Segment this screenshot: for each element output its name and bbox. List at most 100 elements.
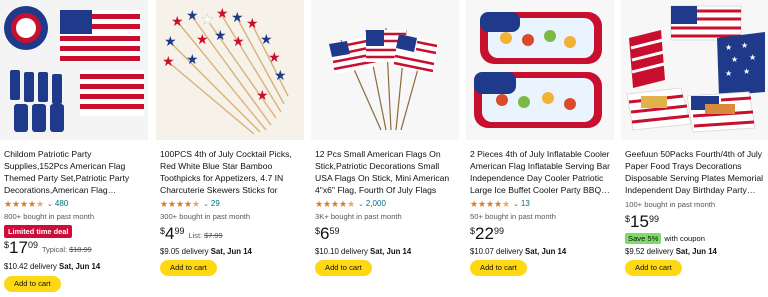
delivery-info: $10.07 delivery Sat, Jun 14 (470, 247, 567, 256)
star-rating: ★ ★ ★ ★ ★ (315, 198, 356, 209)
party-set-illustration (0, 0, 148, 140)
chevron-down-icon[interactable]: ⌄ (203, 200, 209, 208)
star-icon: ★ (339, 198, 348, 209)
product-title[interactable]: 12 Pcs Small American Flags On Stick,Pat… (315, 148, 457, 196)
delivery-info: $10.42 delivery Sat, Jun 14 (4, 262, 101, 271)
product-image-food-trays[interactable]: ★ ★ ★ ★ ★ ★ (621, 0, 768, 140)
svg-text:★: ★ (196, 32, 209, 48)
add-to-cart-button[interactable]: Add to cart (625, 260, 682, 276)
svg-text:★: ★ (216, 6, 229, 22)
product-image-stick-flags[interactable] (311, 0, 459, 140)
rating[interactable]: ★ ★ ★ ★ ★ ⌄ 13 (470, 198, 530, 209)
star-icon: ★ (28, 198, 37, 209)
price[interactable]: $ 4 99 List: $7.99 (160, 225, 223, 242)
star-icon: ★ (176, 198, 185, 209)
deal-badge: Limited time deal (4, 225, 73, 238)
coupon-badge[interactable]: Save 5% (625, 233, 662, 244)
add-to-cart-button[interactable]: Add to cart (160, 260, 217, 276)
star-icon: ★ (331, 198, 340, 209)
price[interactable]: $ 6 59 (315, 225, 340, 242)
product-row: Childom Patriotic Party Supplies,152Pcs … (0, 0, 768, 297)
product-card: Childom Patriotic Party Supplies,152Pcs … (0, 0, 148, 297)
star-half-icon: ★ (347, 198, 356, 209)
product-image-cocktail-picks[interactable]: ★ ★ ★ ★ ★ ★ ★ ★ ★ ★ ★ ★ ★ ★ ★ ★ (156, 0, 304, 140)
star-icon: ★ (160, 198, 169, 209)
svg-text:★: ★ (232, 34, 245, 50)
star-icon: ★ (323, 198, 332, 209)
svg-text:★: ★ (164, 34, 177, 50)
svg-text:★: ★ (731, 55, 738, 64)
product-card: 2 Pieces 4th of July Inflatable Cooler A… (466, 0, 614, 297)
rating[interactable]: ★ ★ ★ ★ ★ ⌄ 29 (160, 198, 220, 209)
star-half-icon: ★ (36, 198, 45, 209)
delivery-info: $9.05 delivery Sat, Jun 14 (160, 247, 252, 256)
coupon-text: with coupon (664, 234, 705, 243)
review-count[interactable]: 29 (211, 199, 220, 208)
svg-text:★: ★ (725, 69, 732, 78)
chevron-down-icon[interactable]: ⌄ (513, 200, 519, 208)
rating[interactable]: ★ ★ ★ ★ ★ ⌄ 2,000 (315, 198, 386, 209)
product-title[interactable]: Geefuun 50Packs Fourth/4th of July Paper… (625, 148, 767, 196)
star-half-icon: ★ (192, 198, 201, 209)
star-icon: ★ (184, 198, 193, 209)
add-to-cart-button[interactable]: Add to cart (470, 260, 527, 276)
product-image-party-set[interactable] (0, 0, 148, 140)
svg-text:★: ★ (268, 50, 281, 66)
price[interactable]: $ 22 99 (470, 225, 504, 242)
star-icon: ★ (315, 198, 324, 209)
star-icon: ★ (20, 198, 29, 209)
star-half-icon: ★ (502, 198, 511, 209)
star-icon: ★ (478, 198, 487, 209)
star-icon: ★ (4, 198, 13, 209)
add-to-cart-button[interactable]: Add to cart (315, 260, 372, 276)
star-icon: ★ (470, 198, 479, 209)
chevron-down-icon[interactable]: ⌄ (47, 200, 53, 208)
svg-text:★: ★ (186, 8, 199, 24)
svg-text:★: ★ (162, 54, 175, 70)
svg-text:★: ★ (201, 12, 214, 28)
svg-text:★: ★ (749, 53, 756, 62)
svg-text:★: ★ (256, 88, 269, 104)
cocktail-picks-illustration: ★ ★ ★ ★ ★ ★ ★★ ★★ ★★ ★ ★ ★★ (156, 0, 304, 140)
svg-text:★: ★ (186, 52, 199, 68)
review-count[interactable]: 2,000 (366, 199, 386, 208)
svg-text:★: ★ (214, 28, 227, 44)
bought-text: 100+ bought in past month (625, 200, 716, 209)
product-title[interactable]: Childom Patriotic Party Supplies,152Pcs … (4, 148, 146, 196)
typical-price: Typical: $18.99 (41, 245, 92, 254)
svg-text:★: ★ (743, 67, 750, 76)
svg-text:★: ★ (231, 10, 244, 26)
add-to-cart-button[interactable]: Add to cart (4, 276, 61, 292)
stick-flags-illustration (311, 0, 459, 140)
price[interactable]: $ 15 99 (625, 213, 659, 230)
coupon[interactable]: Save 5% with coupon (625, 233, 705, 244)
delivery-info: $10.10 delivery Sat, Jun 14 (315, 247, 412, 256)
star-icon: ★ (168, 198, 177, 209)
product-card: ★ ★ ★ ★ ★ ★ Geefuun 50Packs Fourth/4th of Jul… (621, 0, 768, 297)
bought-text: 800+ bought in past month (4, 212, 95, 221)
product-card: 12 Pcs Small American Flags On Stick,Pat… (311, 0, 459, 297)
inflatable-cooler-illustration (466, 0, 614, 140)
svg-text:★: ★ (171, 14, 184, 30)
svg-text:★: ★ (725, 43, 732, 52)
star-icon: ★ (494, 198, 503, 209)
star-rating: ★ ★ ★ ★ ★ (4, 198, 45, 209)
food-trays-illustration: ★ ★★ ★★ ★ (621, 0, 768, 140)
bought-text: 3K+ bought in past month (315, 212, 402, 221)
list-price: List: $7.99 (188, 231, 223, 240)
product-card: ★ ★ ★ ★ ★ ★ ★ ★ ★ ★ ★ ★ ★ ★ ★ ★ 100PCS 4th of Ju… (156, 0, 304, 297)
review-count[interactable]: 13 (521, 199, 530, 208)
product-image-inflatable-cooler[interactable] (466, 0, 614, 140)
rating[interactable]: ★ ★ ★ ★ ★ ⌄ 480 (4, 198, 68, 209)
star-rating: ★ ★ ★ ★ ★ (470, 198, 511, 209)
bought-text: 50+ bought in past month (470, 212, 556, 221)
price[interactable]: $ 17 09 Typical: $18.99 (4, 239, 92, 256)
product-title[interactable]: 2 Pieces 4th of July Inflatable Cooler A… (470, 148, 612, 196)
svg-text:★: ★ (246, 16, 259, 32)
chevron-down-icon[interactable]: ⌄ (358, 200, 364, 208)
star-icon: ★ (12, 198, 21, 209)
svg-text:★: ★ (741, 41, 748, 50)
bought-text: 300+ bought in past month (160, 212, 251, 221)
review-count[interactable]: 480 (55, 199, 68, 208)
product-title[interactable]: 100PCS 4th of July Cocktail Picks, Red W… (160, 148, 302, 196)
